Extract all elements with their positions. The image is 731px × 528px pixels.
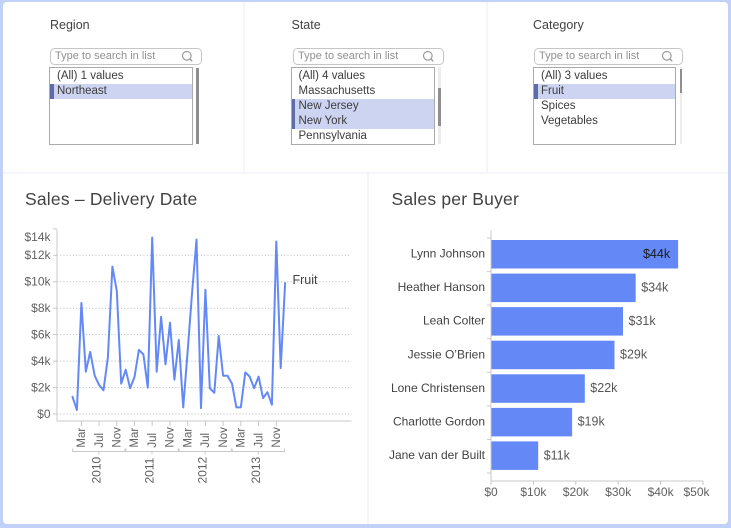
svg-text:$8k: $8k (31, 301, 51, 315)
svg-text:$34k: $34k (641, 280, 669, 294)
svg-text:Nov: Nov (112, 427, 124, 448)
svg-text:Jul: Jul (147, 433, 159, 448)
svg-text:$20k: $20k (563, 485, 590, 499)
svg-text:2012: 2012 (196, 456, 210, 483)
svg-text:$30k: $30k (605, 485, 632, 499)
svg-text:$4k: $4k (31, 354, 51, 368)
svg-text:Mar: Mar (129, 428, 141, 448)
svg-text:$50k: $50k (683, 485, 710, 499)
svg-text:$22k: $22k (590, 381, 618, 395)
svg-text:$0: $0 (37, 407, 51, 421)
svg-text:Jessie O’Brien: Jessie O’Brien (408, 347, 485, 361)
svg-text:$6k: $6k (31, 328, 51, 342)
svg-text:Fruit: Fruit (293, 273, 319, 287)
svg-text:Jul: Jul (94, 433, 106, 448)
svg-text:$10k: $10k (520, 485, 547, 499)
svg-text:Heather Hanson: Heather Hanson (398, 280, 485, 294)
svg-text:Jane van der Built: Jane van der Built (389, 448, 486, 462)
svg-text:Mar: Mar (76, 428, 88, 448)
svg-text:Nov: Nov (165, 427, 177, 448)
svg-text:$40k: $40k (648, 485, 675, 499)
svg-text:$12k: $12k (24, 248, 51, 262)
svg-text:$10k: $10k (24, 275, 51, 289)
svg-text:2013: 2013 (249, 456, 263, 483)
svg-text:2010: 2010 (89, 456, 103, 483)
svg-text:$31k: $31k (629, 314, 657, 328)
svg-text:$0: $0 (484, 485, 498, 499)
svg-text:Nov: Nov (218, 427, 230, 448)
svg-text:$19k: $19k (578, 415, 606, 429)
svg-text:Charlotte Gordon: Charlotte Gordon (393, 414, 485, 428)
svg-text:Leah Colter: Leah Colter (423, 314, 485, 328)
svg-text:2011: 2011 (143, 457, 157, 483)
svg-text:$2k: $2k (31, 380, 51, 394)
svg-text:$11k: $11k (544, 448, 571, 462)
svg-text:Mar: Mar (182, 428, 194, 448)
svg-text:Jul: Jul (253, 433, 265, 448)
svg-text:Lone Christensen: Lone Christensen (391, 381, 485, 395)
svg-text:$29k: $29k (620, 348, 648, 362)
svg-text:Jul: Jul (200, 433, 212, 448)
svg-text:Lynn Johnson: Lynn Johnson (411, 247, 485, 261)
svg-text:Nov: Nov (271, 427, 283, 448)
svg-text:Mar: Mar (236, 428, 248, 448)
svg-text:$14k: $14k (24, 230, 51, 244)
svg-text:$44k: $44k (643, 247, 671, 261)
